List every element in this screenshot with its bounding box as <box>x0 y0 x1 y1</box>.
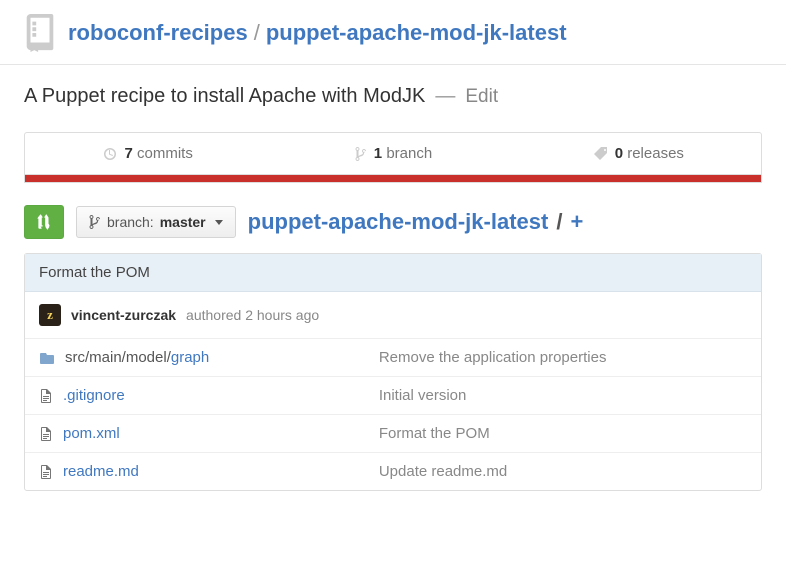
file-icon <box>39 426 53 442</box>
stat-commits[interactable]: 7 commits <box>25 133 270 174</box>
breadcrumb-sep: / <box>254 20 260 46</box>
file-icon <box>39 388 53 404</box>
file-link[interactable]: pom.xml <box>63 425 120 442</box>
file-path-prefix: src/main/model/ <box>65 349 171 366</box>
stat-branches[interactable]: 1 branch <box>270 133 515 174</box>
branch-name: master <box>160 214 206 230</box>
git-branch-icon <box>89 214 101 230</box>
folder-icon <box>39 351 55 365</box>
file-link[interactable]: graph <box>171 349 209 366</box>
avatar[interactable]: z <box>39 304 61 326</box>
compare-button[interactable] <box>24 205 64 239</box>
commit-title[interactable]: Format the POM <box>25 254 761 292</box>
file-commit-msg[interactable]: Format the POM <box>379 425 747 442</box>
stats-bar: 7 commits 1 branch 0 releases <box>24 132 762 175</box>
file-commit-msg[interactable]: Update readme.md <box>379 463 747 480</box>
git-branch-icon <box>354 146 368 162</box>
description-text: A Puppet recipe to install Apache with M… <box>24 85 425 108</box>
commits-label: commits <box>137 145 193 162</box>
add-file-button[interactable]: + <box>570 209 583 235</box>
file-link[interactable]: .gitignore <box>63 387 125 404</box>
branch-prefix: branch: <box>107 214 154 230</box>
branches-label: branch <box>386 145 432 162</box>
file-commit-msg[interactable]: Initial version <box>379 387 747 404</box>
history-icon <box>102 146 118 162</box>
table-row: pom.xml Format the POM <box>25 415 761 453</box>
file-icon <box>39 464 53 480</box>
file-panel: Format the POM z vincent-zurczak authore… <box>24 253 762 491</box>
file-link[interactable]: readme.md <box>63 463 139 480</box>
path-root[interactable]: puppet-apache-mod-jk-latest <box>248 209 549 235</box>
branch-select-button[interactable]: branch: master <box>76 206 236 238</box>
commits-count: 7 <box>124 145 132 162</box>
git-compare-icon <box>36 213 52 231</box>
repo-header: roboconf-recipes / puppet-apache-mod-jk-… <box>0 0 786 65</box>
stat-releases[interactable]: 0 releases <box>516 133 761 174</box>
repo-icon <box>24 14 56 52</box>
breadcrumb-owner[interactable]: roboconf-recipes <box>68 20 248 46</box>
chevron-down-icon <box>215 220 223 225</box>
language-bar[interactable] <box>24 175 762 183</box>
path-sep: / <box>556 209 562 235</box>
releases-count: 0 <box>615 145 623 162</box>
table-row: src/main/model/graph Remove the applicat… <box>25 339 761 377</box>
file-toolbar: branch: master puppet-apache-mod-jk-late… <box>24 205 762 239</box>
table-row: .gitignore Initial version <box>25 377 761 415</box>
table-row: readme.md Update readme.md <box>25 453 761 490</box>
repo-description: A Puppet recipe to install Apache with M… <box>24 85 762 108</box>
commit-time: authored 2 hours ago <box>186 307 319 323</box>
commit-author[interactable]: vincent-zurczak <box>71 307 176 323</box>
edit-description-link[interactable]: Edit <box>465 86 498 108</box>
tag-icon <box>593 146 609 162</box>
description-dash: — <box>435 85 455 108</box>
breadcrumb-repo[interactable]: puppet-apache-mod-jk-latest <box>266 20 567 46</box>
file-commit-msg[interactable]: Remove the application properties <box>379 349 747 366</box>
branches-count: 1 <box>374 145 382 162</box>
releases-label: releases <box>627 145 684 162</box>
path-breadcrumb: puppet-apache-mod-jk-latest / + <box>248 209 584 235</box>
breadcrumb: roboconf-recipes / puppet-apache-mod-jk-… <box>68 20 567 46</box>
commit-meta: z vincent-zurczak authored 2 hours ago <box>25 292 761 339</box>
